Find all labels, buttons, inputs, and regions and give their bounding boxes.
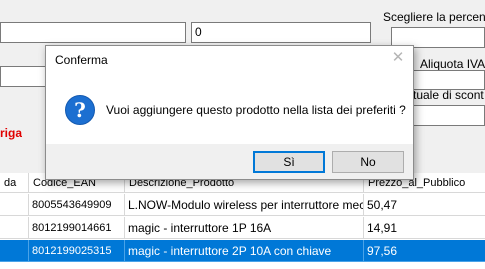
percentuale-sconto-label: tuale di scont — [413, 88, 484, 102]
aliquota-field[interactable] — [412, 70, 485, 90]
column-header[interactable]: da — [0, 173, 29, 193]
close-icon[interactable]: ✕ — [391, 49, 405, 67]
table-row[interactable]: 8012199014661 magic - interruttore 1P 16… — [0, 217, 485, 239]
no-button[interactable]: No — [332, 151, 404, 173]
ean-cell[interactable]: 8012199014661 — [29, 217, 125, 239]
number-field[interactable]: 0 — [191, 22, 371, 43]
description-cell[interactable]: magic - interruttore 1P 16A — [125, 217, 364, 239]
description-cell[interactable]: magic - interruttore 2P 10A con chiave — [125, 240, 364, 262]
aliquota-iva-label: Aliquota IVA — [420, 57, 485, 71]
ean-cell[interactable]: 8012199025315 — [29, 240, 125, 262]
dialog-title: Conferma — [55, 53, 108, 67]
dialog-button-bar: Sì No — [46, 144, 413, 179]
yes-button[interactable]: Sì — [253, 151, 325, 173]
question-icon: ? — [65, 95, 95, 125]
products-grid[interactable]: da Codice_EAN Descrizione_Prodotto Prezz… — [0, 173, 485, 269]
scegliere-percentuale-label: Scegliere la percentu — [383, 10, 485, 24]
table-row-selected[interactable]: 8012199025315 magic - interruttore 2P 10… — [0, 240, 485, 262]
price-cell[interactable]: 50,47 — [364, 194, 485, 216]
price-cell[interactable]: 97,56 — [364, 240, 485, 262]
ean-cell[interactable]: 8005543649909 — [29, 194, 125, 216]
price-cell[interactable]: 14,91 — [364, 217, 485, 239]
row-cell[interactable] — [0, 217, 29, 239]
riga-label: riga — [0, 126, 23, 140]
text-field-left-middle[interactable] — [0, 66, 50, 87]
table-row[interactable]: 8005543649909 L.NOW-Modulo wireless per … — [0, 194, 485, 216]
row-cell[interactable] — [0, 194, 29, 216]
description-cell[interactable]: L.NOW-Modulo wireless per interruttore m… — [125, 194, 364, 216]
confirm-dialog: Conferma ✕ ? Vuoi aggiungere questo prod… — [45, 45, 414, 180]
text-field-left-top[interactable] — [0, 22, 186, 43]
dialog-message: Vuoi aggiungere questo prodotto nella li… — [106, 103, 406, 117]
row-cell[interactable] — [0, 240, 29, 262]
